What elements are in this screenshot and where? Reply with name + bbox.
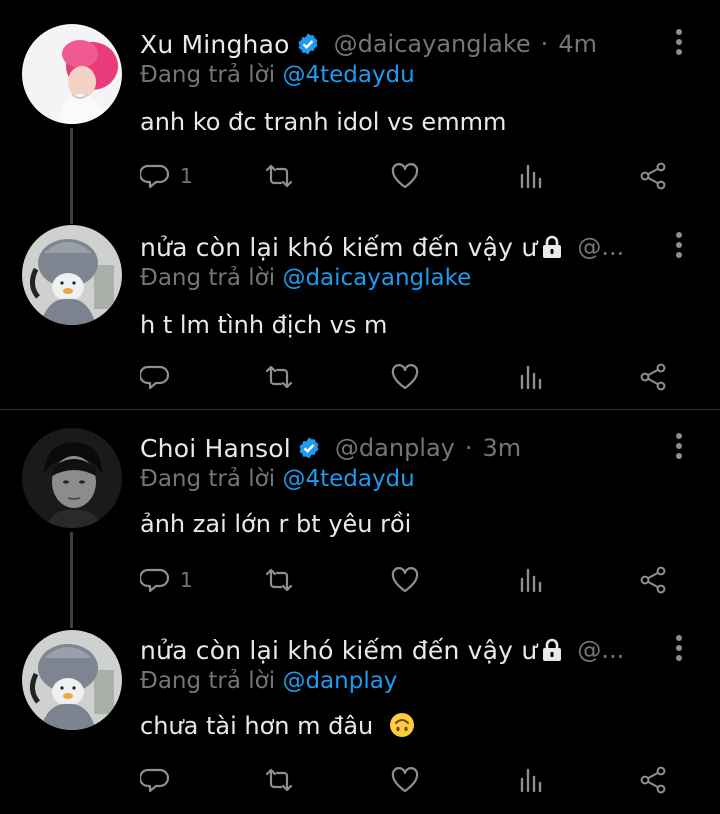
- views-icon: [520, 568, 542, 593]
- like-button[interactable]: [390, 359, 420, 395]
- display-name[interactable]: nửa còn lại khó kiếm đến vậy ư: [140, 636, 537, 665]
- share-button[interactable]: [638, 158, 668, 194]
- tweet-header: nửa còn lại khó kiếm đến vậy ư @...: [140, 229, 624, 265]
- tweet-header: Xu Minghao @daicayanglake · 4m: [140, 26, 597, 62]
- replying-to: Đang trả lời @4tedaydu: [140, 466, 415, 492]
- more-icon[interactable]: [664, 630, 694, 666]
- views-icon: [520, 768, 542, 793]
- replying-to-label: Đang trả lời: [140, 668, 276, 694]
- reply-icon: [140, 365, 170, 390]
- reply-count: 1: [180, 568, 193, 592]
- views-button[interactable]: [516, 762, 546, 798]
- handle[interactable]: @daicayanglake: [334, 30, 531, 58]
- retweet-icon: [265, 768, 293, 792]
- reply-button[interactable]: 1: [140, 562, 193, 598]
- views-icon: [520, 164, 542, 189]
- separator-dot: ·: [540, 30, 549, 58]
- reply-icon: [140, 768, 170, 793]
- retweet-button[interactable]: [264, 359, 294, 395]
- retweet-icon: [265, 164, 293, 188]
- handle[interactable]: @...: [577, 636, 624, 664]
- tweet[interactable]: Xu Minghao @daicayanglake · 4m Đang trả …: [0, 0, 720, 205]
- tweet-header: Choi Hansol @danplay · 3m: [140, 430, 521, 466]
- tweet-text: h t lm tình địch vs m: [140, 311, 388, 339]
- avatar[interactable]: [22, 428, 122, 528]
- share-button[interactable]: [638, 359, 668, 395]
- share-button[interactable]: [638, 562, 668, 598]
- reply-icon: [140, 164, 170, 189]
- separator-dot: ·: [464, 434, 473, 462]
- replying-to: Đang trả lời @daicayanglake: [140, 265, 471, 291]
- like-button[interactable]: [390, 562, 420, 598]
- reply-button[interactable]: 1: [140, 158, 193, 194]
- like-button[interactable]: [390, 158, 420, 194]
- like-icon: [391, 364, 419, 390]
- retweet-button[interactable]: [264, 562, 294, 598]
- retweet-icon: [265, 365, 293, 389]
- replying-to-label: Đang trả lời: [140, 466, 276, 492]
- tweet-text-content: chưa tài hơn m đâu: [140, 712, 374, 740]
- tweet-header: nửa còn lại khó kiếm đến vậy ư @...: [140, 632, 624, 668]
- avatar[interactable]: [22, 24, 122, 124]
- replying-to-label: Đang trả lời: [140, 265, 276, 291]
- reply-button[interactable]: [140, 762, 170, 798]
- more-icon[interactable]: [664, 428, 694, 464]
- tweet[interactable]: nửa còn lại khó kiếm đến vậy ư @... Đang…: [0, 205, 720, 409]
- views-button[interactable]: [516, 562, 546, 598]
- tweet[interactable]: nửa còn lại khó kiếm đến vậy ư @... Đang…: [0, 610, 720, 814]
- more-icon[interactable]: [664, 227, 694, 263]
- views-button[interactable]: [516, 359, 546, 395]
- mention-link[interactable]: @4tedaydu: [282, 466, 414, 492]
- share-icon: [640, 766, 666, 794]
- tweet-text: chưa tài hơn m đâu: [140, 712, 415, 740]
- avatar[interactable]: [22, 630, 122, 730]
- handle[interactable]: @danplay: [335, 434, 455, 462]
- timestamp[interactable]: 4m: [558, 30, 597, 58]
- views-button[interactable]: [516, 158, 546, 194]
- display-name[interactable]: Choi Hansol: [140, 434, 291, 463]
- views-icon: [520, 365, 542, 390]
- avatar[interactable]: [22, 225, 122, 325]
- action-bar: 1: [140, 562, 680, 598]
- share-icon: [640, 162, 666, 190]
- lock-icon: [543, 638, 562, 661]
- tweet[interactable]: Choi Hansol @danplay · 3m Đang trả lời @…: [0, 410, 720, 610]
- replying-to: Đang trả lời @danplay: [140, 668, 397, 694]
- mention-link[interactable]: @4tedaydu: [282, 62, 414, 88]
- like-icon: [391, 567, 419, 593]
- verified-badge-icon: [298, 33, 318, 55]
- action-bar: [140, 359, 680, 395]
- like-button[interactable]: [390, 762, 420, 798]
- timestamp[interactable]: 3m: [483, 434, 522, 462]
- share-icon: [640, 566, 666, 594]
- lock-icon: [543, 235, 562, 258]
- more-icon[interactable]: [664, 24, 694, 60]
- display-name[interactable]: nửa còn lại khó kiếm đến vậy ư: [140, 233, 537, 262]
- like-icon: [391, 163, 419, 189]
- display-name[interactable]: Xu Minghao: [140, 30, 290, 59]
- retweet-button[interactable]: [264, 762, 294, 798]
- tweet-text: ảnh zai lớn r bt yêu rồi: [140, 510, 412, 538]
- like-icon: [391, 767, 419, 793]
- reply-button[interactable]: [140, 359, 170, 395]
- share-button[interactable]: [638, 762, 668, 798]
- reply-count: 1: [180, 164, 193, 188]
- upside-down-face-icon: [389, 713, 414, 737]
- replying-to: Đang trả lời @4tedaydu: [140, 62, 415, 88]
- retweet-icon: [265, 568, 293, 592]
- reply-icon: [140, 568, 170, 593]
- action-bar: [140, 762, 680, 798]
- replying-to-label: Đang trả lời: [140, 62, 276, 88]
- share-icon: [640, 363, 666, 391]
- handle[interactable]: @...: [577, 233, 624, 261]
- tweet-text: anh ko đc tranh idol vs emmm: [140, 108, 507, 136]
- mention-link[interactable]: @daicayanglake: [282, 265, 471, 291]
- retweet-button[interactable]: [264, 158, 294, 194]
- verified-badge-icon: [299, 437, 319, 459]
- action-bar: 1: [140, 158, 680, 194]
- mention-link[interactable]: @danplay: [282, 668, 397, 694]
